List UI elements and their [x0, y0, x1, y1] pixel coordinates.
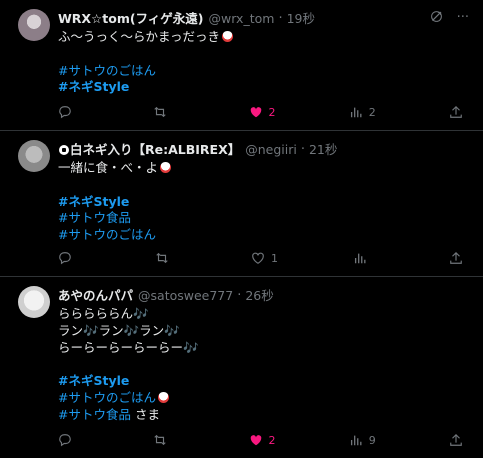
views-icon [350, 435, 362, 446]
hashtag-link[interactable]: #ネギStyle [58, 194, 471, 211]
reply-button[interactable] [58, 105, 80, 119]
views-button[interactable]: 9 [349, 433, 376, 447]
text-line: ラン🎶ラン🎶ラン🎶 [58, 322, 180, 338]
action-bar: 1 [58, 250, 471, 266]
action-bar: 2 2 [58, 104, 471, 120]
heart-icon [250, 107, 261, 118]
post[interactable]: あやのんパパ @satoswee777 · 26秒 らららららん🎶 ラン🎶ラン🎶… [0, 277, 483, 458]
repost-button[interactable] [153, 433, 175, 447]
grok-icon[interactable] [430, 10, 443, 27]
like-button[interactable]: 1 [251, 251, 278, 265]
rice-bowl-emoji [222, 31, 234, 42]
text-line: 一緒に食・べ・よ [58, 160, 471, 177]
post[interactable]: 白ネギ入り【Re:ALBIREX】 @negiiri · 21秒 一緒に食・べ・… [0, 131, 483, 277]
rice-bowl-emoji [160, 162, 172, 173]
like-count: 2 [268, 105, 276, 119]
repost-icon [154, 434, 166, 446]
like-count: 1 [271, 251, 278, 265]
handle[interactable]: @satoswee777 [138, 287, 233, 304]
action-bar: 2 9 [58, 432, 471, 448]
hashtag-link[interactable]: #ネギStyle [58, 79, 471, 96]
hashtag-link[interactable]: #サトウのごはん [58, 390, 156, 405]
display-name[interactable]: WRX☆tom(フィゲ永遠) [58, 10, 204, 27]
separator-dot: · [278, 11, 283, 26]
share-icon [450, 105, 462, 118]
like-button[interactable]: 2 [249, 105, 276, 119]
heart-icon [250, 435, 261, 446]
share-icon [450, 433, 462, 446]
text-line: #サトウ食品 さま [58, 407, 471, 424]
post-header: あやのんパパ @satoswee777 · 26秒 [58, 287, 471, 304]
soccer-ball-emoji [58, 143, 70, 156]
more-icon[interactable]: ··· [457, 10, 469, 27]
reply-button[interactable] [58, 433, 80, 447]
separator-dot: · [237, 288, 242, 303]
share-icon [450, 251, 462, 264]
post[interactable]: WRX☆tom(フィゲ永遠) @wrx_tom · 19秒 ··· ふ〜うっく〜… [0, 0, 483, 131]
views-button[interactable]: 2 [349, 105, 376, 119]
share-button[interactable] [449, 251, 471, 265]
repost-button[interactable] [155, 251, 177, 265]
post-header: WRX☆tom(フィゲ永遠) @wrx_tom · 19秒 [58, 10, 471, 27]
post-text: 一緒に食・べ・よ #ネギStyle #サトウ食品 #サトウのごはん [58, 160, 471, 244]
like-count: 2 [268, 433, 276, 447]
repost-button[interactable] [153, 105, 175, 119]
reply-icon [59, 252, 71, 265]
post-text: らららららん🎶 ラン🎶ラン🎶ラン🎶 らーらーらーらーらー🎶 #ネギStyle #… [58, 306, 471, 424]
heart-icon [252, 252, 264, 264]
repost-icon [155, 252, 168, 264]
share-button[interactable] [449, 105, 471, 119]
hashtag-link[interactable]: #サトウのごはん [58, 63, 471, 80]
text-line: #サトウのごはん [58, 390, 471, 407]
handle[interactable]: @negiiri [245, 141, 297, 158]
like-button[interactable]: 2 [249, 433, 276, 447]
views-count: 2 [368, 105, 376, 119]
avatar[interactable] [18, 286, 50, 318]
views-icon [354, 253, 365, 264]
rice-bowl-emoji [157, 391, 169, 403]
display-name[interactable]: 白ネギ入り【Re:ALBIREX】 [70, 141, 240, 158]
repost-icon [154, 106, 166, 118]
text-suffix: さま [130, 406, 160, 422]
separator-dot: · [300, 142, 305, 157]
timestamp[interactable]: 26秒 [245, 287, 273, 304]
share-button[interactable] [449, 433, 471, 447]
hashtag-link[interactable]: #ネギStyle [58, 373, 471, 390]
hashtag-link[interactable]: #サトウのごはん [58, 227, 471, 244]
avatar[interactable] [18, 9, 50, 41]
timestamp[interactable]: 19秒 [287, 10, 315, 27]
post-text: ふ〜うっく〜らかまっだっき #サトウのごはん #ネギStyle [58, 29, 471, 96]
hashtag-link[interactable]: #サトウ食品 [58, 407, 131, 422]
hashtag-link[interactable]: #サトウ食品 [58, 210, 471, 227]
text-line: ふ〜うっく〜らかまっだっき [58, 29, 471, 46]
views-icon [350, 107, 362, 118]
avatar[interactable] [18, 140, 50, 172]
handle[interactable]: @wrx_tom [209, 10, 275, 27]
reply-icon [59, 434, 71, 447]
post-header: 白ネギ入り【Re:ALBIREX】 @negiiri · 21秒 [58, 141, 471, 158]
text-line: らーらーらーらーらー🎶 [58, 339, 199, 355]
views-count: 9 [368, 433, 376, 447]
display-name[interactable]: あやのんパパ [58, 287, 133, 304]
timestamp[interactable]: 21秒 [309, 141, 337, 158]
text-line: らららららん🎶 [58, 306, 149, 321]
views-button[interactable] [353, 251, 375, 265]
reply-button[interactable] [58, 251, 80, 265]
reply-icon [59, 106, 71, 119]
